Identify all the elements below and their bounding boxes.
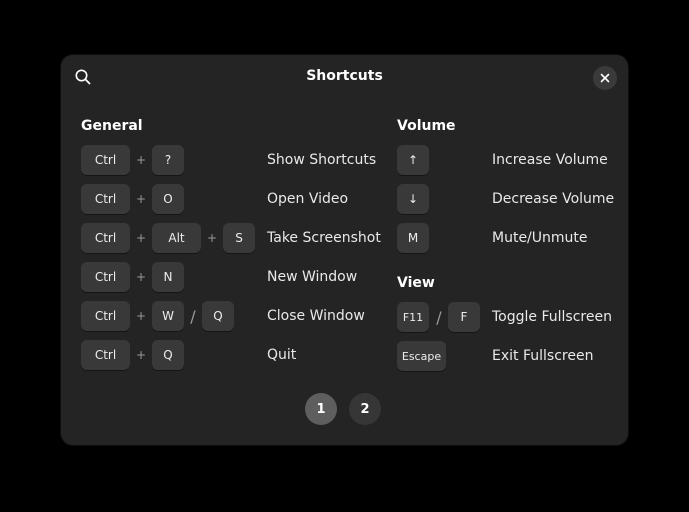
shortcut-row-quit: Ctrl + Q Quit (81, 340, 381, 370)
shortcut-row-increase-volume: ↑ Increase Volume (397, 145, 617, 175)
shortcut-row-mute: M Mute/Unmute (397, 223, 617, 253)
key-separator-plus: + (135, 192, 147, 206)
key-n: N (152, 262, 184, 292)
key-separator-plus: + (135, 153, 147, 167)
key-separator-slash: / (436, 307, 442, 327)
key-alt: Alt (152, 223, 201, 253)
key-separator-plus: + (135, 309, 147, 323)
key-m: M (397, 223, 429, 253)
close-button[interactable] (593, 66, 617, 90)
key-ctrl: Ctrl (81, 262, 130, 292)
key-o: O (152, 184, 184, 214)
key-escape: Escape (397, 341, 446, 371)
shortcut-label: Quit (267, 347, 297, 363)
key-separator-plus: + (206, 231, 218, 245)
shortcut-row-decrease-volume: ↓ Decrease Volume (397, 184, 617, 214)
shortcut-label: Mute/Unmute (492, 230, 588, 246)
key-ctrl: Ctrl (81, 223, 130, 253)
key-q: Q (202, 301, 234, 331)
shortcut-label: Increase Volume (492, 152, 608, 168)
key-arrow-up: ↑ (397, 145, 429, 175)
shortcut-row-close-window: Ctrl + W / Q Close Window (81, 301, 381, 331)
key-f11: F11 (397, 302, 429, 332)
section-title-general: General (81, 118, 143, 134)
shortcut-label: Decrease Volume (492, 191, 615, 207)
key-ctrl: Ctrl (81, 145, 130, 175)
shortcuts-dialog: Shortcuts General Ctrl + ? Show Shortcut… (61, 55, 628, 445)
key-ctrl: Ctrl (81, 301, 130, 331)
section-title-volume: Volume (397, 118, 456, 134)
key-f: F (448, 302, 480, 332)
shortcut-row-exit-fullscreen: Escape Exit Fullscreen (397, 341, 617, 371)
key-s: S (223, 223, 255, 253)
shortcut-row-open-video: Ctrl + O Open Video (81, 184, 381, 214)
key-separator-plus: + (135, 231, 147, 245)
shortcut-row-show-shortcuts: Ctrl + ? Show Shortcuts (81, 145, 381, 175)
shortcut-label: Close Window (267, 308, 365, 324)
shortcut-row-take-screenshot: Ctrl + Alt + S Take Screenshot (81, 223, 381, 253)
dialog-title: Shortcuts (306, 68, 383, 84)
key-q: Q (152, 340, 184, 370)
key-question: ? (152, 145, 184, 175)
page-button-1[interactable]: 1 (305, 393, 337, 425)
key-separator-plus: + (135, 348, 147, 362)
key-ctrl: Ctrl (81, 184, 130, 214)
key-separator-slash: / (190, 306, 196, 326)
shortcut-label: Show Shortcuts (267, 152, 377, 168)
page-button-2[interactable]: 2 (349, 393, 381, 425)
shortcut-label: Exit Fullscreen (492, 348, 594, 364)
shortcut-label: Toggle Fullscreen (492, 309, 612, 325)
key-separator-plus: + (135, 270, 147, 284)
shortcut-row-new-window: Ctrl + N New Window (81, 262, 381, 292)
shortcut-row-toggle-fullscreen: F11 / F Toggle Fullscreen (397, 302, 617, 332)
key-arrow-down: ↓ (397, 184, 429, 214)
shortcut-label: Take Screenshot (267, 230, 381, 246)
shortcut-label: Open Video (267, 191, 349, 207)
section-title-view: View (397, 275, 435, 291)
key-w: W (152, 301, 184, 331)
shortcut-label: New Window (267, 269, 358, 285)
key-ctrl: Ctrl (81, 340, 130, 370)
close-icon (600, 73, 610, 83)
